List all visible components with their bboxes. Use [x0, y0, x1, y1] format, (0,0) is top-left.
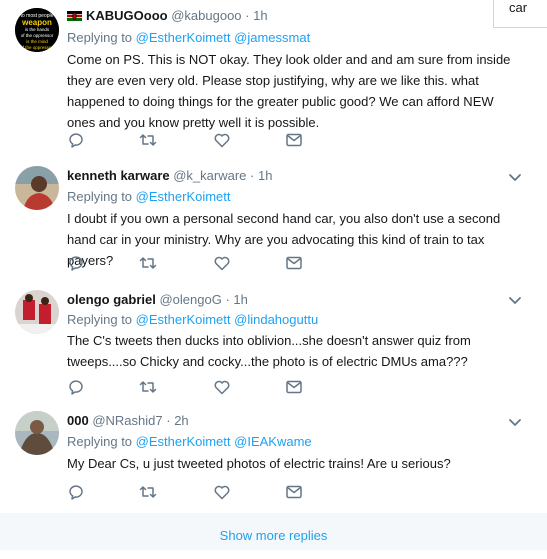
replying-to-label: Replying to: [67, 30, 133, 45]
author-name[interactable]: olengo gabriel: [67, 292, 156, 307]
reply-icon[interactable]: [67, 131, 85, 149]
like-icon[interactable]: [213, 254, 231, 272]
avatar-nrashid7[interactable]: [15, 411, 59, 455]
tweet-1[interactable]: to most people weapon is the hands of th…: [0, 0, 547, 159]
mention-link[interactable]: @IEAKwame: [234, 434, 312, 449]
message-icon[interactable]: [285, 483, 303, 501]
mention-link[interactable]: @EstherKoimett: [136, 312, 231, 327]
separator: ·: [245, 8, 250, 23]
tweet-header: 000 @NRashid7 · 2h: [67, 412, 189, 429]
mention-link[interactable]: @EstherKoimett: [136, 189, 231, 204]
tweet-time[interactable]: 2h: [174, 413, 188, 428]
mention-link[interactable]: @jamessmat: [234, 30, 310, 45]
tweet-actions: [67, 378, 327, 396]
tweet-text: My Dear Cs, u just tweeted photos of ele…: [67, 456, 451, 471]
retweet-icon[interactable]: [139, 378, 157, 396]
avatar-k-karware-image: [15, 166, 59, 210]
avatar-olengog-image: [15, 290, 59, 334]
retweet-icon[interactable]: [139, 483, 157, 501]
mention-link[interactable]: @lindahoguttu: [234, 312, 318, 327]
tweet-text: The C's tweets then ducks into oblivion.…: [67, 333, 471, 369]
tweet-time[interactable]: 1h: [253, 8, 267, 23]
author-handle[interactable]: @olengoG: [159, 292, 221, 307]
separator: ·: [250, 168, 255, 183]
show-more-replies-button[interactable]: Show more replies: [0, 513, 547, 550]
tweet-header: KABUGOooo @kabugooo · 1h: [67, 7, 268, 25]
chevron-down-icon[interactable]: [508, 416, 522, 430]
message-icon[interactable]: [285, 378, 303, 396]
avatar-text-line2: weapon: [21, 18, 52, 27]
replying-to-label: Replying to: [67, 312, 133, 327]
avatar-text-line5: is the mind: [26, 39, 48, 44]
author-name[interactable]: kenneth karware: [67, 168, 170, 183]
kenya-flag-icon: [67, 8, 82, 25]
replying-to: Replying to @EstherKoimett @IEAKwame: [67, 433, 312, 450]
tweet-4[interactable]: 000 @NRashid7 · 2h Replying to @EstherKo…: [0, 403, 547, 514]
author-handle[interactable]: @NRashid7: [92, 413, 162, 428]
avatar-k-karware[interactable]: [15, 166, 59, 210]
like-icon[interactable]: [213, 378, 231, 396]
replying-to-label: Replying to: [67, 434, 133, 449]
message-icon[interactable]: [285, 131, 303, 149]
avatar-kabugooo-image: to most people weapon is the hands of th…: [15, 8, 59, 52]
tweet-actions: [67, 131, 327, 149]
replying-to: Replying to @EstherKoimett: [67, 188, 231, 205]
tweet-actions: [67, 254, 327, 272]
chevron-down-icon[interactable]: [508, 171, 522, 185]
message-icon[interactable]: [285, 254, 303, 272]
mention-link[interactable]: @EstherKoimett: [136, 434, 231, 449]
avatar-text-line3: is the hands: [25, 27, 50, 32]
avatar-text-line6: of the oppressed: [20, 45, 54, 50]
author-name[interactable]: KABUGOooo: [86, 8, 168, 23]
tweet-text: Come on PS. This is NOT okay. They look …: [67, 52, 511, 130]
search-input[interactable]: car: [493, 0, 547, 28]
retweet-icon[interactable]: [139, 131, 157, 149]
tweet-time[interactable]: 1h: [258, 168, 272, 183]
author-name[interactable]: 000: [67, 413, 89, 428]
avatar-kabugooo[interactable]: to most people weapon is the hands of th…: [15, 8, 59, 52]
tweet-time[interactable]: 1h: [233, 292, 247, 307]
reply-icon[interactable]: [67, 254, 85, 272]
avatar-nrashid7-image: [15, 411, 59, 455]
chevron-down-icon[interactable]: [508, 294, 522, 308]
tweet-2[interactable]: kenneth karware @k_karware · 1h Replying…: [0, 158, 547, 283]
like-icon[interactable]: [213, 131, 231, 149]
like-icon[interactable]: [213, 483, 231, 501]
tweet-actions: [67, 483, 327, 501]
reply-icon[interactable]: [67, 378, 85, 396]
reply-icon[interactable]: [67, 483, 85, 501]
retweet-icon[interactable]: [139, 254, 157, 272]
author-handle[interactable]: @k_karware: [173, 168, 246, 183]
author-handle[interactable]: @kabugooo: [171, 8, 241, 23]
tweet-3[interactable]: olengo gabriel @olengoG · 1h Replying to…: [0, 282, 547, 404]
tweet-header: olengo gabriel @olengoG · 1h: [67, 291, 248, 308]
replying-to: Replying to @EstherKoimett @lindahoguttu: [67, 311, 318, 328]
tweet-header: kenneth karware @k_karware · 1h: [67, 167, 272, 184]
avatar-olengog[interactable]: [15, 290, 59, 334]
replying-to-label: Replying to: [67, 189, 133, 204]
avatar-text-line4: of the oppressor: [21, 33, 54, 38]
separator: ·: [166, 413, 171, 428]
separator: ·: [225, 292, 230, 307]
replying-to: Replying to @EstherKoimett @jamessmat: [67, 29, 310, 46]
mention-link[interactable]: @EstherKoimett: [136, 30, 231, 45]
